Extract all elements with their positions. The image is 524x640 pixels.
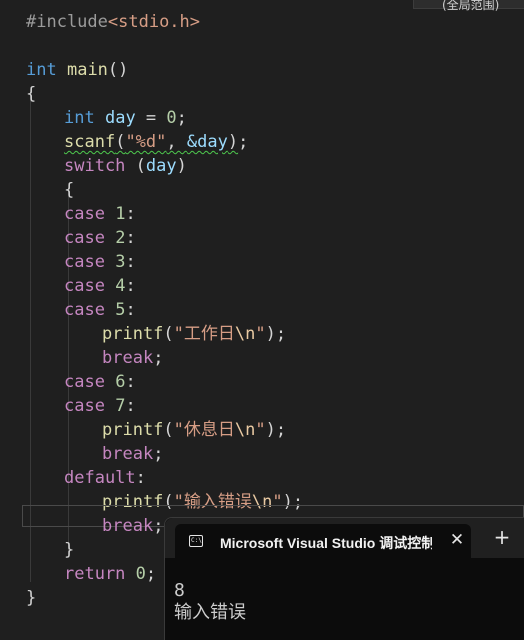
code-line-5: int day = 0; [64,108,187,128]
console-output-line: 输入错误 [174,602,246,623]
code-line-default: default: [64,468,146,488]
editor-top-strip: (全局范围) [0,0,524,12]
code-line-break-1: break; [102,348,164,368]
code-line-8: { [64,180,75,200]
code-line-1: #include<stdio.h> [26,12,201,32]
code-line-case5: case 5: [64,300,136,320]
debug-console-window[interactable]: Microsoft Visual Studio 调试控制台 ✕ + 8 输入错误 [164,517,524,640]
code-line-case3: case 3: [64,252,136,272]
code-line-switch-close: } [64,540,75,560]
console-tab-title: Microsoft Visual Studio 调试控制台 [220,535,432,551]
code-line-7: switch (day) [64,156,187,176]
scope-dropdown[interactable]: (全局范围) [413,0,524,12]
code-line-case2: case 2: [64,228,136,248]
code-line-break-2: break; [102,444,164,464]
code-line-case6: case 6: [64,372,136,392]
code-line-return: return 0; [64,564,157,584]
code-line-3: int main() [26,60,129,80]
code-line-case4: case 4: [64,276,136,296]
code-line-printf-work: printf("工作日\n"); [102,324,287,344]
warning-squiggle: scanf("%d", &day) [64,132,239,152]
code-line-6: scanf("%d", &day); [64,132,249,152]
console-output-line: 8 [174,580,185,601]
code-line-case7: case 7: [64,396,136,416]
code-line-printf-rest: printf("休息日\n"); [102,420,287,440]
new-tab-button[interactable]: + [491,526,513,548]
console-app-icon [189,535,203,547]
console-output: 8 输入错误 [174,580,514,624]
code-line-case1: case 1: [64,204,136,224]
console-tab[interactable]: Microsoft Visual Studio 调试控制台 ✕ [175,524,471,558]
console-tab-bar: Microsoft Visual Studio 调试控制台 ✕ + [165,518,524,558]
code-line-4: { [26,84,37,104]
code-line-break-3: break; [102,516,164,536]
code-line-main-close: } [26,588,37,608]
close-icon[interactable]: ✕ [447,529,467,551]
